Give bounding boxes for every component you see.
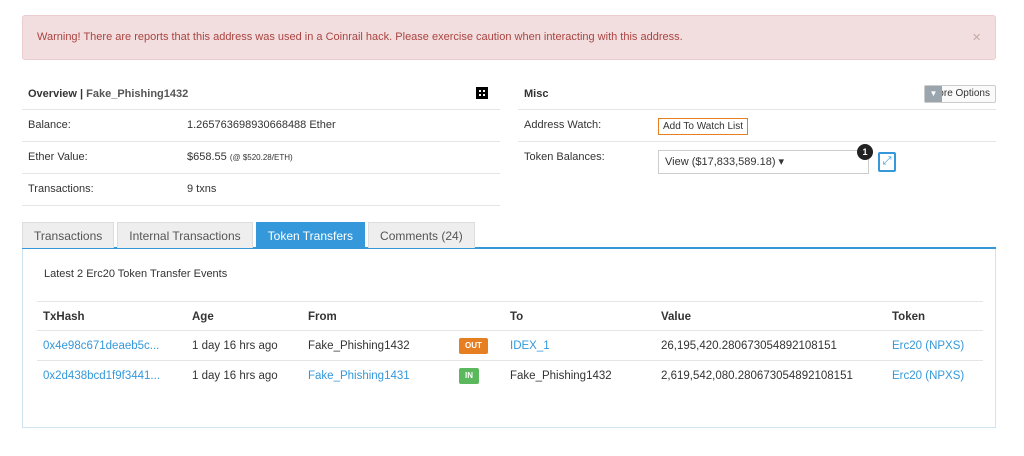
token-balances-label: Token Balances: — [524, 151, 605, 163]
close-icon[interactable]: × — [972, 16, 981, 59]
column-header-to: To — [510, 311, 524, 323]
ether-value: $658.55 (@ $520.28/ETH) — [187, 142, 293, 173]
table-header-row: TxHash Age From To Value Token — [37, 301, 983, 331]
to-cell: Fake_Phishing1432 — [510, 370, 612, 382]
misc-panel: Misc More Options ▼ Address Watch: Add T… — [518, 80, 996, 182]
warning-alert: Warning! There are reports that this add… — [22, 15, 996, 60]
age-cell: 1 day 16 hrs ago — [192, 340, 278, 352]
transactions-row: Transactions: 9 txns — [22, 174, 500, 206]
transactions-label: Transactions: — [28, 183, 94, 195]
tab-transactions[interactable]: Transactions — [22, 222, 115, 248]
transfers-table: TxHash Age From To Value Token 0x4e98c67… — [37, 301, 983, 391]
table-row: 0x2d438bcd1f9f3441... 1 day 16 hrs ago F… — [37, 361, 983, 391]
column-header-from: From — [308, 311, 337, 323]
table-row: 0x4e98c671deaeb5c... 1 day 16 hrs ago Fa… — [37, 331, 983, 361]
transactions-value: 9 txns — [187, 183, 217, 195]
balance-row: Balance: 1.265763698930668488 Ether — [22, 110, 500, 142]
column-header-txhash: TxHash — [43, 311, 85, 323]
tab-comments[interactable]: Comments (24) — [368, 222, 475, 248]
misc-title: Misc — [524, 88, 549, 100]
add-to-watch-list-button[interactable]: Add To Watch List — [658, 118, 749, 135]
expand-icon[interactable]: ⤢ — [878, 152, 896, 172]
txhash-link[interactable]: 0x4e98c671deaeb5c... — [43, 331, 159, 361]
value-cell: 2,619,542,080.280673054892108151 — [661, 370, 853, 382]
column-header-age: Age — [192, 311, 214, 323]
qr-code-icon[interactable] — [476, 87, 488, 99]
transfers-caption: Latest 2 Erc20 Token Transfer Events — [44, 268, 228, 280]
direction-out-badge: OUT — [459, 337, 488, 354]
overview-address-name: Fake_Phishing1432 — [86, 88, 189, 100]
token-balances-row: Token Balances: View ($17,833,589.18) ▾ … — [518, 142, 996, 182]
age-cell: 1 day 16 hrs ago — [192, 370, 278, 382]
from-cell: Fake_Phishing1432 — [308, 340, 410, 352]
token-balances-dropdown[interactable]: View ($17,833,589.18) ▾ — [658, 150, 869, 174]
overview-panel: Overview | Fake_Phishing1432 Balance: 1.… — [22, 80, 500, 206]
from-link[interactable]: Fake_Phishing1431 — [308, 361, 410, 391]
tab-token-transfers[interactable]: Token Transfers — [255, 222, 366, 248]
chevron-down-icon: ▼ — [924, 86, 942, 102]
warning-message: Warning! There are reports that this add… — [37, 31, 683, 43]
ether-value-amount: $658.55 — [187, 151, 227, 163]
more-options-button[interactable]: More Options ▼ — [923, 85, 996, 103]
balance-label: Balance: — [28, 119, 71, 131]
token-link[interactable]: Erc20 (NPXS) — [892, 331, 964, 361]
overview-header: Overview | Fake_Phishing1432 — [22, 80, 500, 110]
direction-in-badge: IN — [459, 367, 479, 384]
column-header-value: Value — [661, 311, 692, 323]
tab-internal-transactions[interactable]: Internal Transactions — [117, 222, 253, 248]
value-cell: 26,195,420.280673054892108151 — [661, 340, 837, 352]
address-watch-label: Address Watch: — [524, 119, 602, 131]
to-link[interactable]: IDEX_1 — [510, 331, 550, 361]
token-transfers-panel: Latest 2 Erc20 Token Transfer Events TxH… — [22, 249, 996, 428]
token-count-badge: 1 — [857, 144, 873, 160]
address-watch-row: Address Watch: Add To Watch List — [518, 110, 996, 142]
tab-bar: Transactions Internal Transactions Token… — [22, 222, 996, 249]
txhash-link[interactable]: 0x2d438bcd1f9f3441... — [43, 361, 160, 391]
ether-value-label: Ether Value: — [28, 151, 88, 163]
misc-header: Misc More Options ▼ — [518, 80, 996, 110]
ether-value-row: Ether Value: $658.55 (@ $520.28/ETH) — [22, 142, 500, 174]
direction-cell: OUT — [459, 331, 488, 361]
column-header-token: Token — [892, 311, 926, 323]
balance-value: 1.265763698930668488 Ether — [187, 119, 336, 131]
token-link[interactable]: Erc20 (NPXS) — [892, 361, 964, 391]
overview-title: Overview | — [28, 88, 87, 100]
direction-cell: IN — [459, 361, 479, 391]
ether-price: (@ $520.28/ETH) — [229, 153, 293, 162]
